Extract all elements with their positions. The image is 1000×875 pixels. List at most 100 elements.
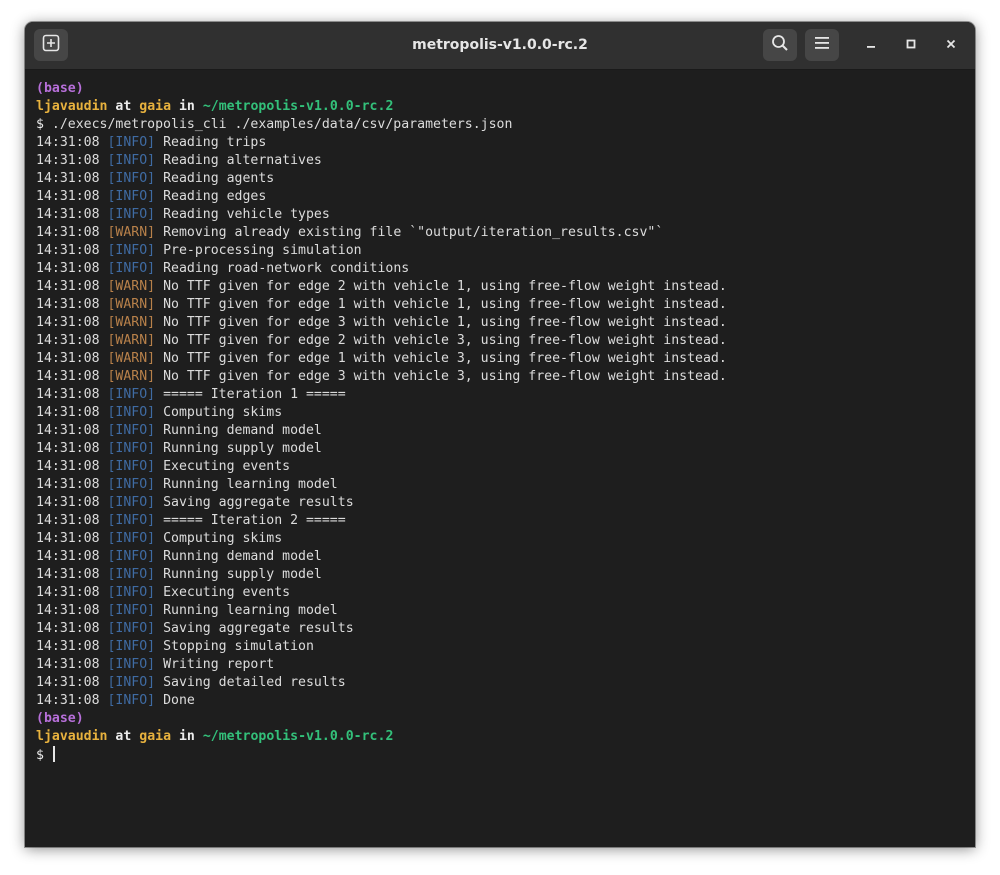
log-level: [INFO] [107, 639, 156, 654]
prompt-host: gaia [139, 99, 172, 114]
prompt-at: at [115, 99, 132, 114]
log-level: [INFO] [107, 495, 156, 510]
log-level: [INFO] [107, 459, 156, 474]
log-timestamp: 14:31:08 [36, 495, 100, 510]
log-timestamp: 14:31:08 [36, 549, 100, 564]
log-timestamp: 14:31:08 [36, 135, 100, 150]
command-text: ./execs/metropolis_cli ./examples/data/c… [51, 117, 513, 132]
log-timestamp: 14:31:08 [36, 153, 100, 168]
log-message: No TTF given for edge 1 with vehicle 3, … [163, 351, 727, 366]
log-timestamp: 14:31:08 [36, 333, 100, 348]
maximize-button[interactable] [899, 34, 923, 58]
prompt-path: ~/metropolis-v1.0.0-rc.2 [202, 99, 394, 114]
log-message: Reading road-network conditions [163, 261, 410, 276]
log-message: Saving detailed results [163, 675, 346, 690]
log-level: [WARN] [107, 351, 156, 366]
log-line: 14:31:08 [INFO] Reading road-network con… [36, 260, 966, 278]
log-message: Reading alternatives [163, 153, 322, 168]
log-level: [INFO] [107, 675, 156, 690]
log-level: [WARN] [107, 225, 156, 240]
log-line: 14:31:08 [INFO] Running learning model [36, 602, 966, 620]
log-line: 14:31:08 [INFO] Writing report [36, 656, 966, 674]
log-level: [INFO] [107, 531, 156, 546]
log-line: 14:31:08 [INFO] Running learning model [36, 476, 966, 494]
log-level: [INFO] [107, 621, 156, 636]
prompt-in: in [178, 729, 195, 744]
close-icon [945, 37, 957, 55]
log-timestamp: 14:31:08 [36, 279, 100, 294]
log-level: [INFO] [107, 441, 156, 456]
log-level: [INFO] [107, 405, 156, 420]
input-line[interactable]: $ [36, 746, 966, 764]
log-timestamp: 14:31:08 [36, 171, 100, 186]
log-level: [INFO] [107, 135, 156, 150]
log-line: 14:31:08 [INFO] Computing skims [36, 404, 966, 422]
conda-env-line: (base) [36, 80, 966, 98]
log-line: 14:31:08 [INFO] ===== Iteration 1 ===== [36, 386, 966, 404]
log-line: 14:31:08 [WARN] No TTF given for edge 2 … [36, 278, 966, 296]
search-button[interactable] [763, 29, 797, 61]
prompt-host: gaia [139, 729, 172, 744]
terminal-window: metropolis-v1.0.0-rc.2 (base) ljavaudin … [25, 22, 975, 847]
log-message: ===== Iteration 1 ===== [163, 387, 346, 402]
prompt-user: ljavaudin [36, 99, 108, 114]
log-timestamp: 14:31:08 [36, 423, 100, 438]
log-level: [INFO] [107, 567, 156, 582]
log-level: [INFO] [107, 603, 156, 618]
new-tab-icon [42, 34, 60, 57]
log-level: [INFO] [107, 189, 156, 204]
log-message: No TTF given for edge 3 with vehicle 1, … [163, 315, 727, 330]
prompt-in: in [178, 99, 195, 114]
log-timestamp: 14:31:08 [36, 261, 100, 276]
log-timestamp: 14:31:08 [36, 297, 100, 312]
log-level: [INFO] [107, 423, 156, 438]
title-bar[interactable]: metropolis-v1.0.0-rc.2 [25, 22, 975, 70]
prompt-at: at [115, 729, 132, 744]
log-timestamp: 14:31:08 [36, 207, 100, 222]
log-message: Running learning model [163, 477, 338, 492]
log-message: Saving aggregate results [163, 495, 354, 510]
log-output: 14:31:08 [INFO] Reading trips 14:31:08 [I… [36, 134, 966, 710]
prompt-user: ljavaudin [36, 729, 108, 744]
log-message: Saving aggregate results [163, 621, 354, 636]
log-level: [INFO] [107, 243, 156, 258]
log-message: Running learning model [163, 603, 338, 618]
log-message: Pre-processing simulation [163, 243, 362, 258]
log-line: 14:31:08 [WARN] No TTF given for edge 1 … [36, 350, 966, 368]
log-level: [WARN] [107, 315, 156, 330]
log-level: [WARN] [107, 297, 156, 312]
log-message: Stopping simulation [163, 639, 314, 654]
hamburger-menu-icon [814, 36, 830, 55]
log-message: No TTF given for edge 1 with vehicle 1, … [163, 297, 727, 312]
text-cursor [52, 746, 55, 762]
window-title: metropolis-v1.0.0-rc.2 [412, 37, 588, 53]
log-line: 14:31:08 [INFO] Executing events [36, 458, 966, 476]
log-timestamp: 14:31:08 [36, 621, 100, 636]
log-level: [INFO] [107, 207, 156, 222]
log-timestamp: 14:31:08 [36, 459, 100, 474]
log-message: Computing skims [163, 531, 283, 546]
log-message: Reading agents [163, 171, 275, 186]
menu-button[interactable] [805, 29, 839, 61]
log-timestamp: 14:31:08 [36, 585, 100, 600]
log-timestamp: 14:31:08 [36, 567, 100, 582]
log-level: [WARN] [107, 333, 156, 348]
new-tab-button[interactable] [34, 29, 68, 61]
minimize-icon [865, 37, 877, 55]
log-message: Writing report [163, 657, 275, 672]
minimize-button[interactable] [859, 34, 883, 58]
close-button[interactable] [939, 34, 963, 58]
log-message: Removing already existing file `"output/… [163, 225, 664, 240]
log-timestamp: 14:31:08 [36, 657, 100, 672]
log-level: [INFO] [107, 585, 156, 600]
log-level: [INFO] [107, 387, 156, 402]
log-level: [INFO] [107, 261, 156, 276]
log-timestamp: 14:31:08 [36, 693, 100, 708]
log-timestamp: 14:31:08 [36, 675, 100, 690]
log-level: [WARN] [107, 279, 156, 294]
terminal-output[interactable]: (base) ljavaudin at gaia in ~/metropolis… [36, 80, 966, 840]
log-message: Computing skims [163, 405, 283, 420]
log-line: 14:31:08 [INFO] Pre-processing simulatio… [36, 242, 966, 260]
log-line: 14:31:08 [INFO] Reading trips [36, 134, 966, 152]
log-message: No TTF given for edge 2 with vehicle 1, … [163, 279, 727, 294]
